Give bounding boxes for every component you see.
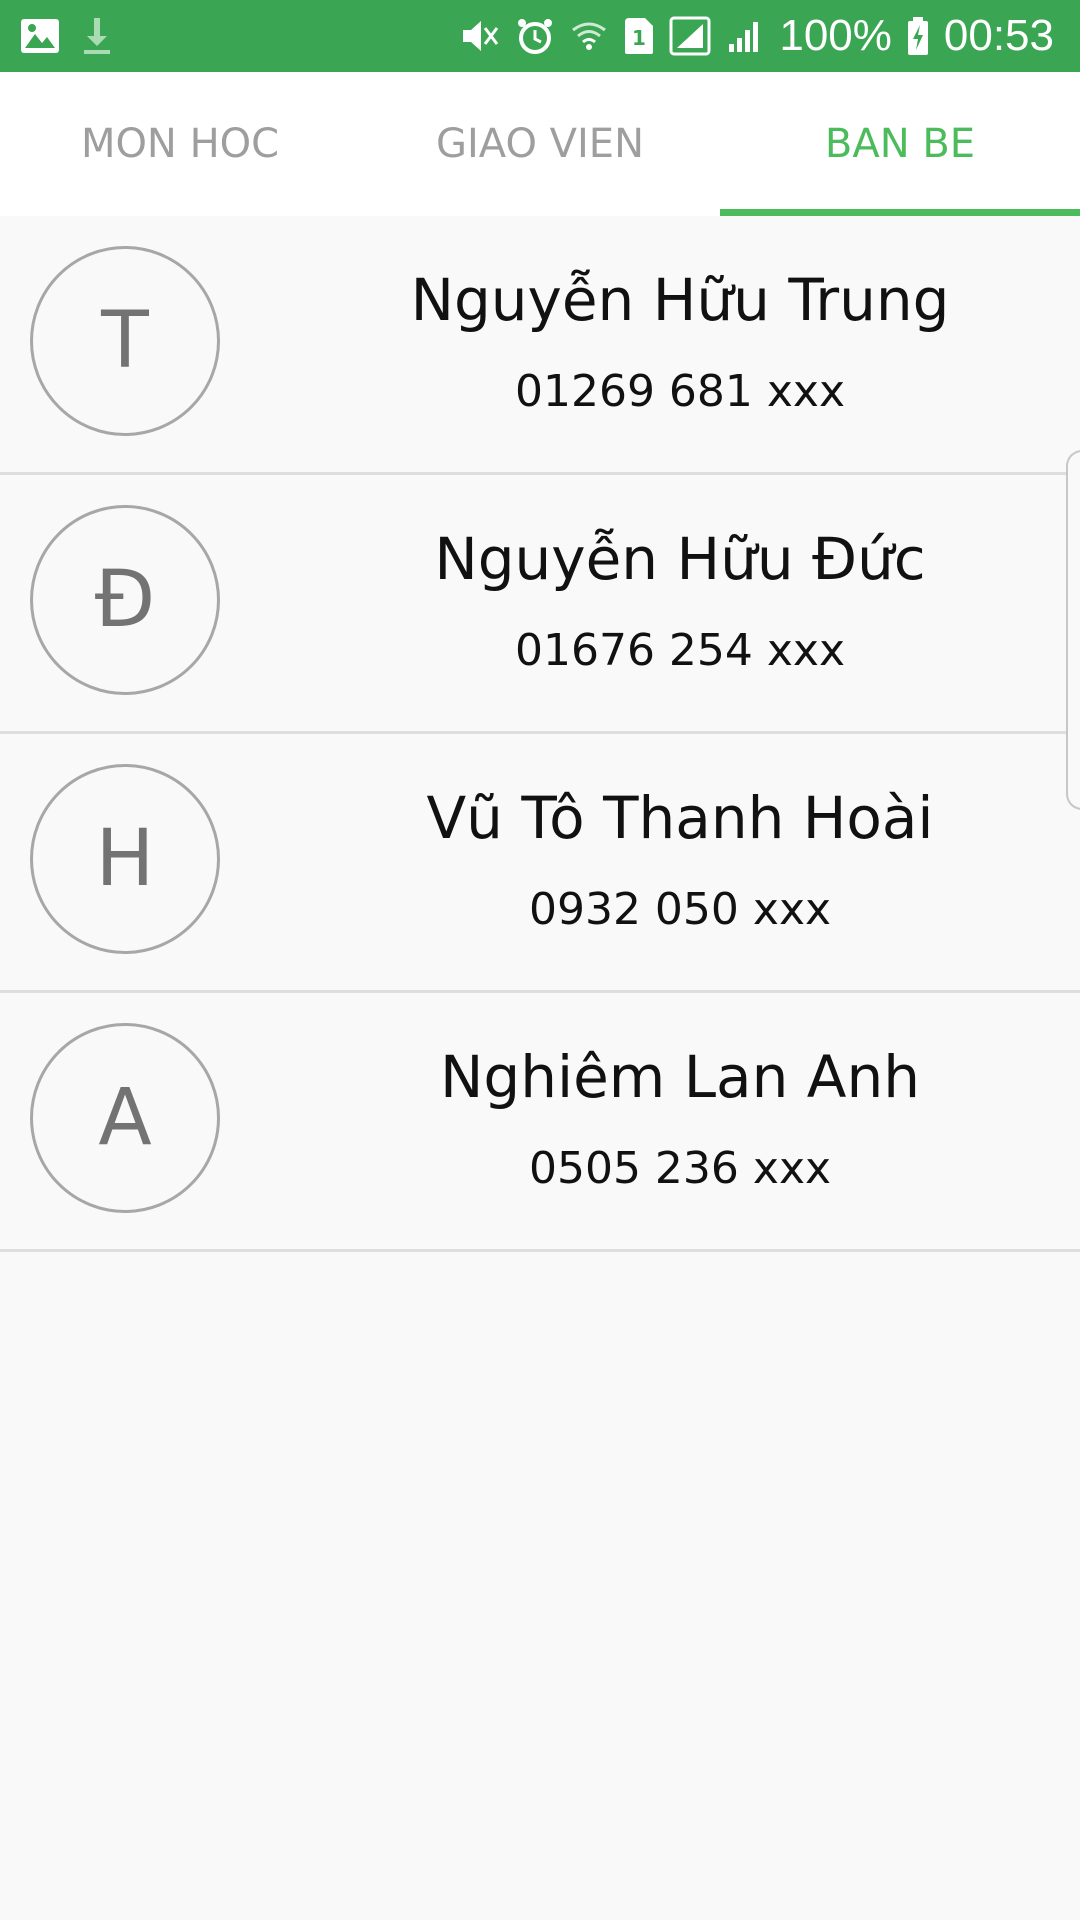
vibrate-mute-icon [459,16,501,56]
friend-phone: 0505 236 xxx [528,1143,832,1194]
friend-name: Vũ Tô Thanh Hoài [426,784,934,852]
avatar: Đ [30,505,220,695]
tab-label: MON HOC [80,121,280,167]
signal-icon [669,16,711,56]
gallery-icon [20,18,60,54]
friend-name: Nguyễn Hữu Trung [410,266,950,334]
clock: 00:53 [943,11,1054,60]
avatar: T [30,246,220,436]
wifi-icon [569,16,609,56]
battery-charging-icon [906,16,930,56]
tab-label: BAN BE [824,121,976,167]
avatar: A [30,1023,220,1213]
friend-phone: 01676 254 xxx [514,625,846,676]
tab-ban-be[interactable]: BAN BE [720,72,1080,216]
friend-name: Nghiêm Lan Anh [440,1043,920,1111]
friend-row[interactable]: Đ Nguyễn Hữu Đức 01676 254 xxx [0,475,1080,734]
status-bar: 1 100% 00:53 [0,0,1080,72]
friend-phone: 0932 050 xxx [528,884,832,935]
friends-list: T Nguyễn Hữu Trung 01269 681 xxx Đ Nguyễ… [0,216,1080,1252]
friend-row[interactable]: A Nghiêm Lan Anh 0505 236 xxx [0,993,1080,1252]
friend-phone: 01269 681 xxx [514,366,846,417]
tab-label: GIAO VIEN [435,121,644,167]
tab-bar: MON HOC GIAO VIEN BAN BE [0,72,1080,216]
battery-percent: 100% [779,11,892,60]
tab-giao-vien[interactable]: GIAO VIEN [360,72,720,216]
download-icon [80,16,114,56]
alarm-icon [515,16,555,56]
svg-text:1: 1 [632,26,646,50]
sim1-icon: 1 [623,16,655,56]
avatar: H [30,764,220,954]
friend-row[interactable]: H Vũ Tô Thanh Hoài 0932 050 xxx [0,734,1080,993]
edge-panel-handle[interactable] [1066,450,1080,810]
signal-icon [725,16,765,56]
friend-row[interactable]: T Nguyễn Hữu Trung 01269 681 xxx [0,216,1080,475]
tab-mon-hoc[interactable]: MON HOC [0,72,360,216]
friend-name: Nguyễn Hữu Đức [434,525,926,593]
